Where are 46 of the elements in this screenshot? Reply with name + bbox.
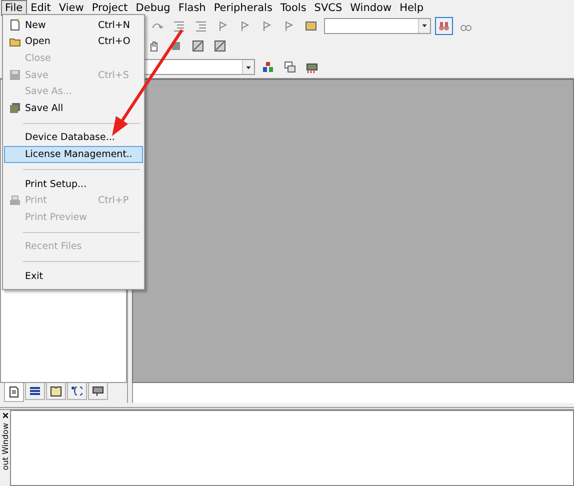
project-tab[interactable] (25, 383, 45, 400)
find-combo-box[interactable] (324, 18, 431, 34)
hand-icon (148, 40, 160, 52)
window-icon (214, 40, 226, 52)
dropdown-arrow-icon (421, 22, 428, 29)
menu-bar-item[interactable]: Tools (276, 0, 310, 16)
menu-bar-item[interactable]: Help (396, 0, 428, 16)
menu-bar-item[interactable]: SVCS (310, 0, 346, 16)
project-tab[interactable] (67, 383, 87, 400)
menu-bar-item[interactable]: Project (88, 0, 132, 16)
menu-item[interactable]: New Ctrl+N (4, 17, 143, 34)
menu-item[interactable]: Open Ctrl+O (4, 34, 143, 50)
project-tab[interactable] (4, 383, 24, 402)
bookmark-flag-icon (217, 20, 229, 32)
menu-bar-item[interactable]: Peripherals (210, 0, 276, 16)
menu-item[interactable]: Print Setup... (4, 176, 143, 192)
stacked-bars-icon (29, 385, 41, 397)
document-icon (8, 386, 20, 398)
menu-bar-item[interactable]: View (54, 0, 88, 16)
project-tab[interactable] (88, 383, 108, 400)
dropdown-arrow-icon (245, 64, 252, 70)
bookmark-flag-icon (283, 20, 295, 32)
indent-icon (195, 20, 207, 32)
bookmark-flag-icon (261, 20, 273, 32)
menu-bar-item[interactable]: Window (346, 0, 396, 16)
menu-bar-item[interactable]: Edit (26, 0, 55, 16)
indent-icon (173, 20, 185, 32)
project-tab[interactable] (46, 383, 66, 400)
braces-icon (71, 385, 83, 397)
stacked-windows-icon (284, 61, 296, 73)
menu-bar-item[interactable]: Flash (174, 0, 210, 16)
colored-blocks-icon (262, 61, 274, 73)
chip-icon (306, 61, 318, 73)
output-window-title: out Window (0, 423, 10, 470)
book-icon (50, 385, 62, 397)
menu-item[interactable]: Save All (4, 100, 143, 117)
menu-item[interactable]: Device Database... (4, 130, 143, 146)
menu-item[interactable]: Exit (4, 268, 143, 285)
template-icon (92, 385, 104, 397)
close-icon (2, 412, 8, 419)
bookmark-flag-icon (239, 20, 251, 32)
menu-item[interactable]: License Management.. (4, 146, 143, 163)
toolbar-button[interactable] (435, 16, 453, 34)
window-icon (192, 40, 204, 52)
command-icon (305, 20, 317, 32)
menu-bar-item[interactable]: Debug (132, 0, 174, 16)
